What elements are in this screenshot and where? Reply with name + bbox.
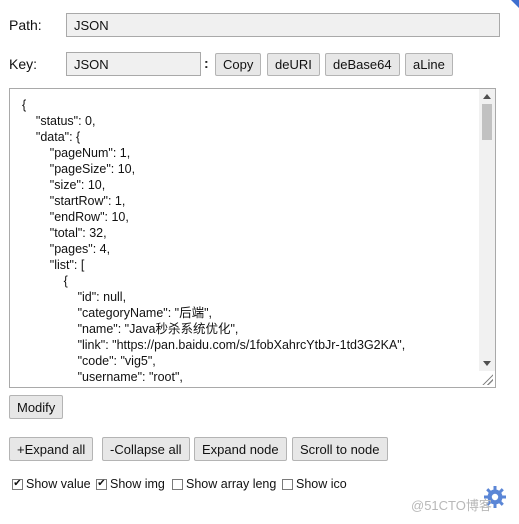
show-value-checkbox[interactable]: ✔ Show value — [12, 477, 91, 491]
path-label: Path: — [9, 17, 42, 33]
json-editor[interactable]: { "status": 0, "data": { "pageNum": 1, "… — [9, 88, 496, 388]
path-field[interactable]: JSON — [66, 13, 500, 37]
modify-button[interactable]: Modify — [9, 395, 64, 419]
checkbox-label: Show ico — [296, 477, 347, 491]
scroll-up-arrow-icon[interactable] — [483, 94, 491, 99]
deuri-button[interactable]: deURI — [267, 53, 320, 76]
scroll-down-arrow-icon[interactable] — [483, 361, 491, 366]
checkbox-box[interactable]: ✔ — [12, 478, 23, 490]
debase64-button[interactable]: deBase64 — [325, 53, 400, 76]
key-label: Key: — [9, 56, 38, 72]
checkbox-box[interactable] — [172, 478, 183, 490]
show-img-checkbox[interactable]: ✔ Show img — [96, 477, 165, 491]
expand-node-button[interactable]: Expand node — [194, 437, 287, 461]
watermark: @51CTO博客 — [411, 498, 492, 513]
checkbox-label: Show array leng — [186, 477, 277, 491]
expand-all-button[interactable]: +Expand all — [9, 437, 94, 461]
resize-grip-icon[interactable] — [481, 373, 493, 385]
aline-button[interactable]: aLine — [405, 53, 453, 76]
show-ico-checkbox[interactable]: Show ico — [282, 477, 347, 491]
copy-button[interactable]: Copy — [215, 53, 262, 76]
editor-scrollbar[interactable] — [479, 89, 495, 371]
checkbox-box[interactable]: ✔ — [96, 478, 107, 490]
key-field[interactable]: JSON — [66, 52, 201, 76]
checkbox-label: Show img — [110, 477, 165, 491]
json-text[interactable]: { "status": 0, "data": { "pageNum": 1, "… — [10, 89, 495, 385]
scroll-thumb[interactable] — [482, 104, 492, 140]
checkbox-label: Show value — [26, 477, 91, 491]
key-separator: : — [204, 55, 209, 71]
show-array-length-checkbox[interactable]: Show array leng — [172, 477, 276, 491]
collapse-all-button[interactable]: -Collapse all — [102, 437, 190, 461]
corner-indicator — [511, 0, 519, 8]
scroll-to-node-button[interactable]: Scroll to node — [292, 437, 388, 461]
checkbox-box[interactable] — [282, 478, 293, 490]
